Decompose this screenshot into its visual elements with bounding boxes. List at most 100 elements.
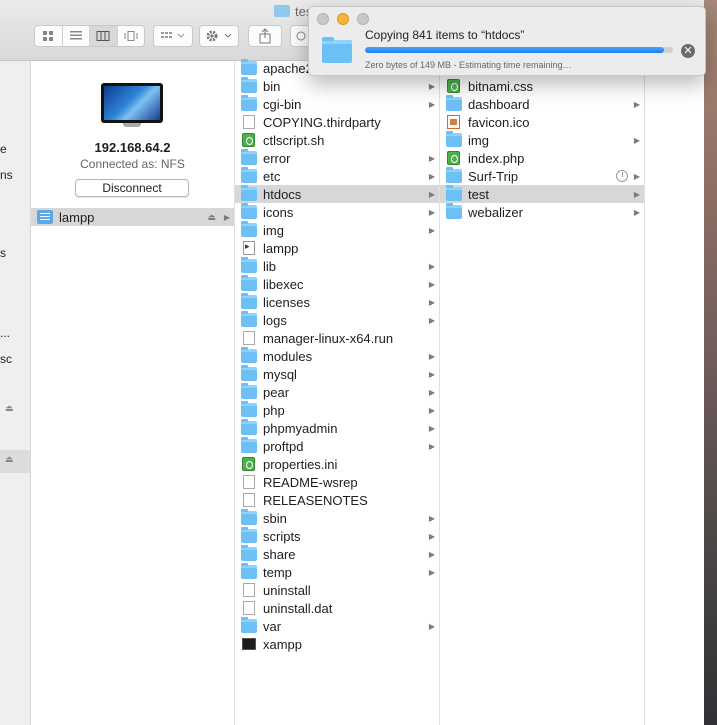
file-row[interactable]: webalizer ▶ <box>440 203 644 221</box>
file-row[interactable]: phpmyadmin ▶ <box>235 419 439 437</box>
eject-icon[interactable]: ⏏ <box>207 212 216 223</box>
folder-icon <box>241 77 257 93</box>
cancel-copy-button[interactable]: ✕ <box>681 44 695 58</box>
file-row[interactable]: temp ▶ <box>235 563 439 581</box>
file-row[interactable]: logs ▶ <box>235 311 439 329</box>
file-row[interactable]: lib ▶ <box>235 257 439 275</box>
folder-icon <box>241 527 257 543</box>
file-row[interactable]: uninstall <box>235 581 439 599</box>
file-row[interactable]: share ▶ <box>235 545 439 563</box>
column-view-icon[interactable] <box>90 26 118 46</box>
file-name: mysql <box>263 366 297 382</box>
sidebar-item-fragment[interactable]: s <box>0 246 6 260</box>
file-row[interactable]: COPYING.thirdparty <box>235 113 439 131</box>
document-icon <box>243 601 255 615</box>
file-row[interactable]: libexec ▶ <box>235 275 439 293</box>
chevron-right-icon: ▶ <box>428 261 435 271</box>
disconnect-button[interactable]: Disconnect <box>75 179 189 197</box>
file-name: webalizer <box>468 204 523 220</box>
icon-view-icon[interactable] <box>35 26 63 46</box>
server-icon <box>37 210 53 224</box>
zoom-window-button[interactable] <box>357 13 369 25</box>
action-button[interactable] <box>199 25 239 47</box>
file-row[interactable]: dashboard ▶ <box>440 95 644 113</box>
file-row[interactable]: img ▶ <box>440 131 644 149</box>
file-row[interactable]: htdocs ▶ <box>235 185 439 203</box>
file-row[interactable]: proftpd ▶ <box>235 437 439 455</box>
file-name: lampp <box>263 240 299 256</box>
folder-icon <box>241 59 257 75</box>
desktop-background <box>704 0 717 725</box>
chevron-right-icon: ▶ <box>633 135 640 145</box>
file-name: proftpd <box>263 438 304 454</box>
file-row[interactable]: test ▶ <box>440 185 644 203</box>
share-button[interactable] <box>248 25 282 47</box>
file-name: test <box>468 186 489 202</box>
server-column: 192.168.64.2 Connected as: NFS Disconnec… <box>31 61 235 725</box>
minimize-window-button[interactable] <box>337 13 349 25</box>
folder-icon <box>241 257 257 273</box>
folder-icon <box>241 275 257 291</box>
file-row[interactable]: README-wsrep <box>235 473 439 491</box>
file-row[interactable]: php ▶ <box>235 401 439 419</box>
view-mode-control[interactable] <box>34 25 145 47</box>
file-row[interactable]: bin ▶ <box>235 77 439 95</box>
sidebar-item-fragment[interactable]: ns <box>0 168 13 182</box>
lampp-column: apache2 ▶ bin ▶ cgi-bin ▶ COPYING.thirdparty ct… <box>235 59 440 725</box>
volume-item-lampp[interactable]: lampp ⏏ ▶ <box>31 208 234 226</box>
file-row[interactable]: error ▶ <box>235 149 439 167</box>
file-name: manager-linux-x64.run <box>263 330 394 346</box>
chevron-right-icon: ▶ <box>428 351 435 361</box>
file-row[interactable]: bitnami.css <box>440 77 644 95</box>
server-info: 192.168.64.2 Connected as: NFS Disconnec… <box>31 61 234 211</box>
file-row[interactable]: sbin ▶ <box>235 509 439 527</box>
chevron-right-icon: ▶ <box>428 279 435 289</box>
eject-icon[interactable]: ⏏ <box>5 454 14 465</box>
copy-progress-window: Copying 841 items to “htdocs” Zero bytes… <box>308 6 706 76</box>
chevron-right-icon: ▶ <box>428 405 435 415</box>
file-row[interactable]: etc ▶ <box>235 167 439 185</box>
file-name: index.php <box>468 150 525 166</box>
file-row[interactable]: manager-linux-x64.run <box>235 329 439 347</box>
file-row[interactable]: index.php <box>440 149 644 167</box>
folder-icon <box>446 131 462 147</box>
sidebar-item-fragment[interactable]: ... <box>0 326 10 340</box>
file-row[interactable]: properties.ini <box>235 455 439 473</box>
file-row[interactable]: uninstall.dat <box>235 599 439 617</box>
file-row[interactable]: licenses ▶ <box>235 293 439 311</box>
file-row[interactable]: favicon.ico <box>440 113 644 131</box>
sidebar-item-fragment[interactable]: sc <box>0 352 12 366</box>
list-view-icon[interactable] <box>63 26 90 46</box>
file-row[interactable]: xampp <box>235 635 439 653</box>
file-row[interactable]: mysql ▶ <box>235 365 439 383</box>
folder-icon <box>241 365 257 381</box>
chevron-right-icon: ▶ <box>428 513 435 523</box>
file-name: COPYING.thirdparty <box>263 114 381 130</box>
sidebar-item-fragment[interactable]: e <box>0 142 7 156</box>
file-row[interactable]: lampp <box>235 239 439 257</box>
file-row[interactable]: scripts ▶ <box>235 527 439 545</box>
eject-icon[interactable]: ⏏ <box>5 403 14 414</box>
folder-icon <box>241 185 257 201</box>
file-name: ctlscript.sh <box>263 132 325 148</box>
file-name: scripts <box>263 528 301 544</box>
file-row[interactable]: cgi-bin ▶ <box>235 95 439 113</box>
file-name: logs <box>263 312 287 328</box>
file-name: icons <box>263 204 294 220</box>
file-row[interactable]: RELEASENOTES <box>235 491 439 509</box>
file-row[interactable]: modules ▶ <box>235 347 439 365</box>
file-row[interactable]: var ▶ <box>235 617 439 635</box>
folder-icon <box>446 185 462 201</box>
file-name: temp <box>263 564 292 580</box>
folder-icon <box>322 37 352 63</box>
cover-flow-icon[interactable] <box>118 26 145 46</box>
file-row[interactable]: pear ▶ <box>235 383 439 401</box>
chevron-right-icon: ▶ <box>428 225 435 235</box>
file-row[interactable]: img ▶ <box>235 221 439 239</box>
file-row[interactable]: ctlscript.sh <box>235 131 439 149</box>
close-window-button[interactable] <box>317 13 329 25</box>
folder-icon <box>241 383 257 399</box>
arrange-button[interactable] <box>153 25 193 47</box>
file-row[interactable]: icons ▶ <box>235 203 439 221</box>
file-row[interactable]: Surf-Trip ▶ <box>440 167 644 185</box>
